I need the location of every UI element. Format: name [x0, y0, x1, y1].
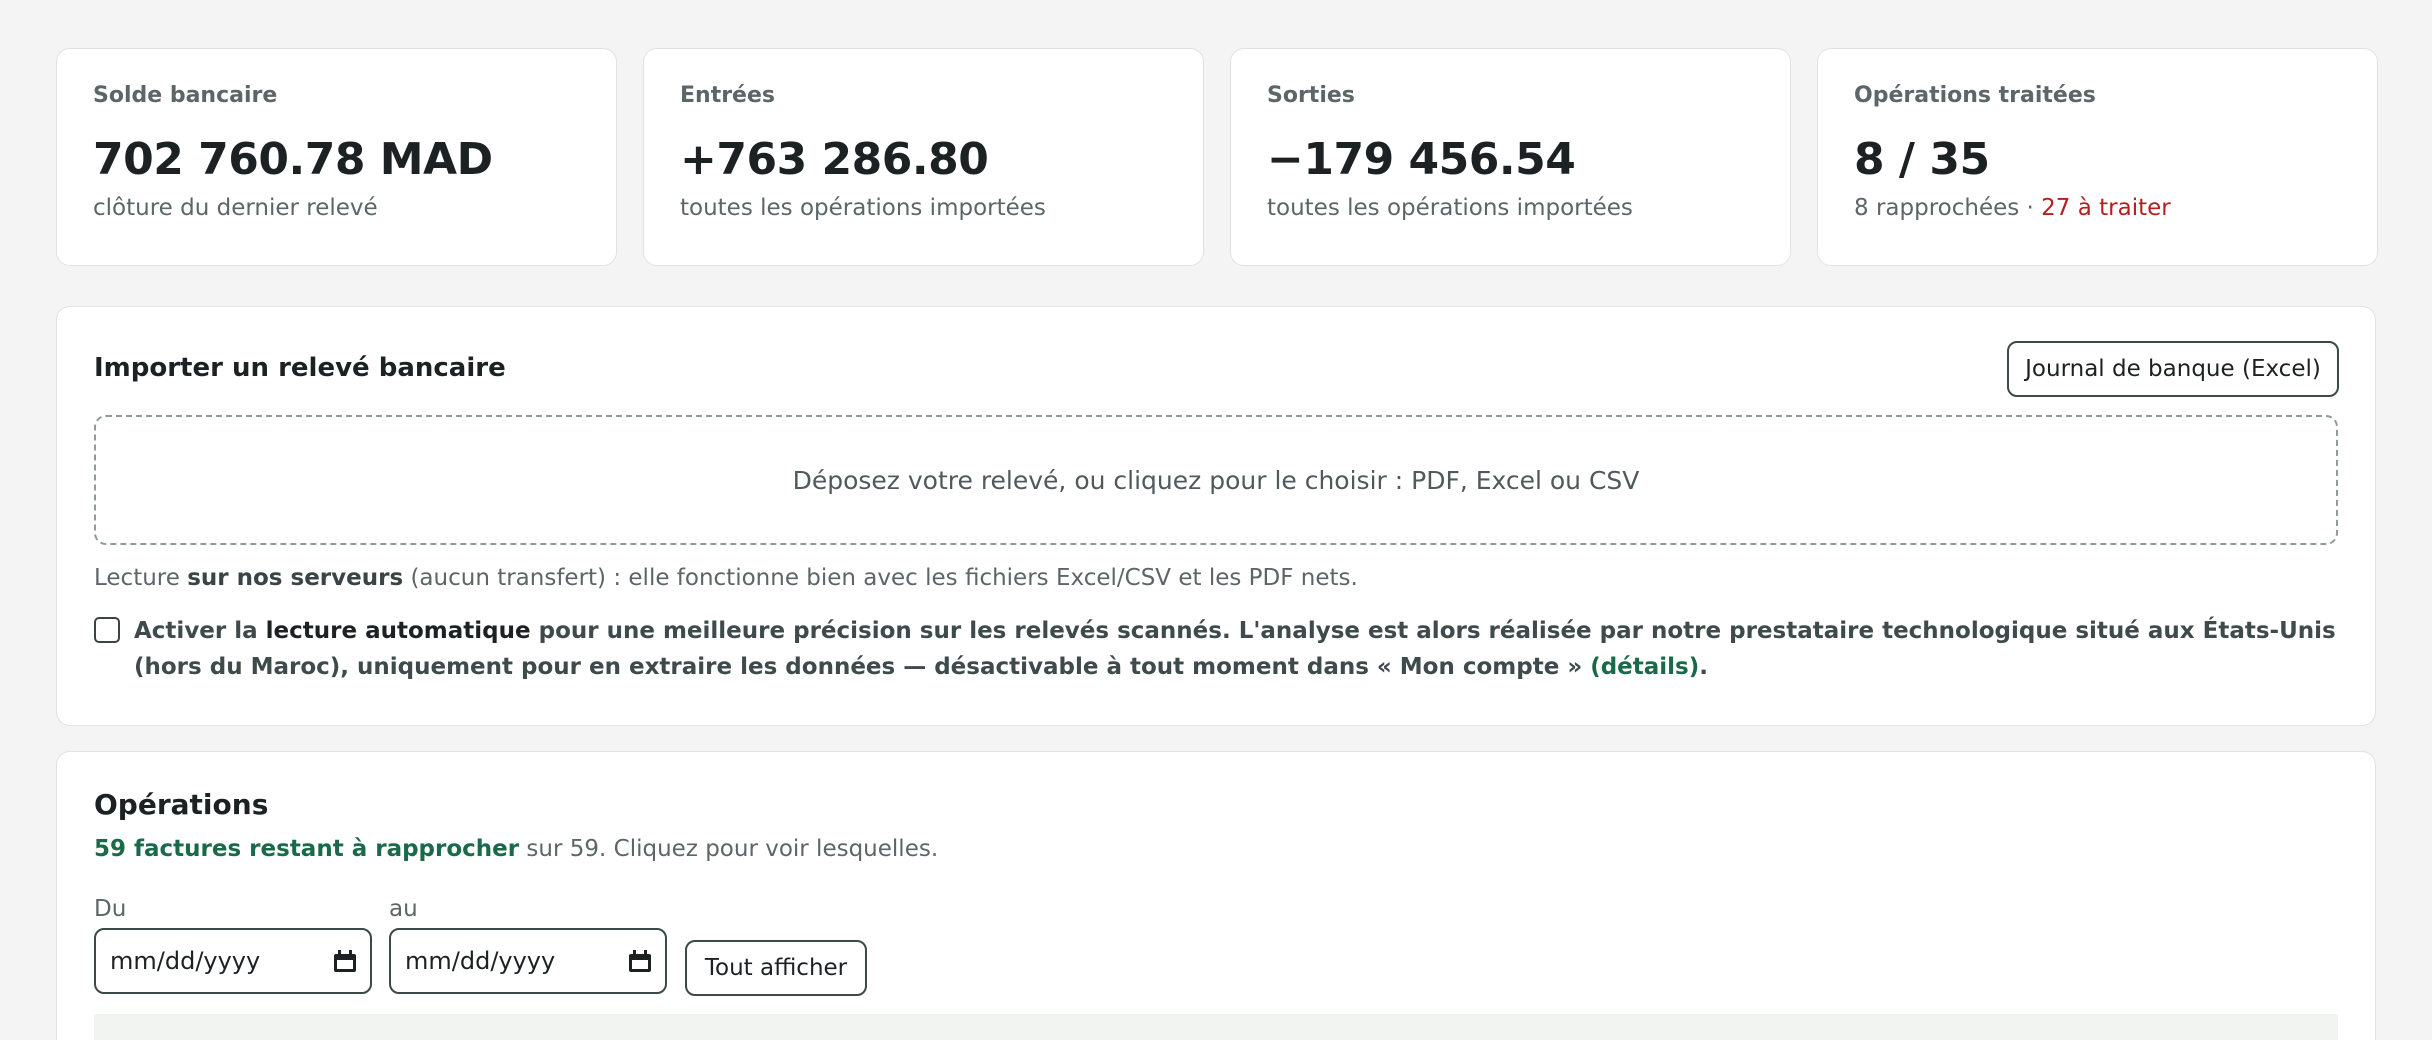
stat-label: Entrées — [680, 83, 775, 108]
from-date-label: Du — [94, 896, 127, 922]
calendar-icon[interactable] — [334, 950, 356, 972]
auto-bold: lecture automatique — [265, 618, 531, 644]
pending-count: 27 à traiter — [2041, 195, 2171, 221]
from-date-input[interactable]: mm/dd/yyyy — [94, 928, 372, 994]
auto-reading-checkbox[interactable] — [94, 617, 120, 643]
stat-card-balance: Solde bancaire 702 760.78 MAD clôture du… — [56, 48, 617, 266]
auto-prefix: Activer la — [134, 618, 266, 644]
stat-value: +763 286.80 — [680, 134, 989, 185]
show-all-button[interactable]: Tout afficher — [685, 940, 867, 996]
reconciled-count: 8 rapprochées · — [1854, 195, 2042, 221]
operations-subtitle: 59 factures restant à rapprocher sur 59.… — [94, 836, 938, 862]
note-bold: sur nos serveurs — [187, 565, 404, 591]
statement-dropzone[interactable]: Déposez votre relevé, ou cliquez pour le… — [94, 415, 2338, 545]
to-date-label: au — [389, 896, 418, 922]
page: Solde bancaire 702 760.78 MAD clôture du… — [0, 0, 2432, 1040]
import-card: Importer un relevé bancaire Journal de b… — [56, 306, 2376, 726]
to-date-value: mm/dd/yyyy — [405, 947, 556, 975]
stat-value: −179 456.54 — [1267, 134, 1576, 185]
stat-sub: toutes les opérations importées — [680, 195, 1046, 221]
stats-row: Solde bancaire 702 760.78 MAD clôture du… — [56, 48, 2378, 266]
bank-journal-excel-button[interactable]: Journal de banque (Excel) — [2007, 341, 2339, 397]
server-reading-note: Lecture sur nos serveurs (aucun transfer… — [94, 565, 1358, 591]
stat-card-processed: Opérations traitées 8 / 35 8 rapprochées… — [1817, 48, 2378, 266]
note-suffix: (aucun transfert) : elle fonctionne bien… — [403, 565, 1358, 591]
import-title: Importer un relevé bancaire — [94, 353, 506, 383]
details-link[interactable]: (détails) — [1590, 654, 1699, 680]
auto-end: . — [1699, 654, 1709, 680]
stat-label: Solde bancaire — [93, 83, 278, 108]
operations-table-header — [94, 1014, 2338, 1040]
calendar-icon[interactable] — [629, 950, 651, 972]
to-date-input[interactable]: mm/dd/yyyy — [389, 928, 667, 994]
stat-sub: 8 rapprochées · 27 à traiter — [1854, 195, 2341, 221]
stat-sub: clôture du dernier relevé — [93, 195, 378, 221]
stat-card-outflows: Sorties −179 456.54 toutes les opération… — [1230, 48, 1791, 266]
stat-label: Sorties — [1267, 83, 1355, 108]
stat-sub: toutes les opérations importées — [1267, 195, 1633, 221]
auto-reading-text: Activer la lecture automatique pour une … — [134, 613, 2344, 685]
auto-reading-option: Activer la lecture automatique pour une … — [94, 613, 2344, 685]
operations-subtitle-text: sur 59. Cliquez pour voir lesquelles. — [519, 836, 939, 862]
from-date-value: mm/dd/yyyy — [110, 947, 261, 975]
note-prefix: Lecture — [94, 565, 188, 591]
stat-card-inflows: Entrées +763 286.80 toutes les opération… — [643, 48, 1204, 266]
stat-label: Opérations traitées — [1854, 83, 2096, 108]
operations-card: Opérations 59 factures restant à rapproc… — [56, 751, 2376, 1040]
stat-value: 702 760.78 MAD — [93, 134, 493, 185]
operations-title: Opérations — [94, 788, 269, 821]
stat-value: 8 / 35 — [1854, 134, 1990, 185]
unreconciled-invoices-link[interactable]: 59 factures restant à rapprocher — [94, 836, 519, 862]
